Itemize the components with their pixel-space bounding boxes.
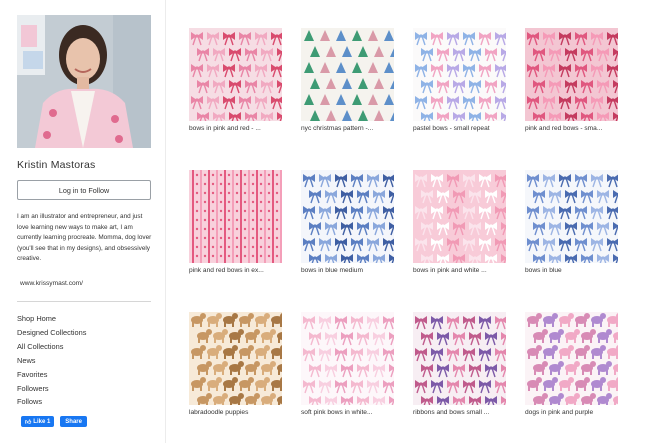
design-swatch[interactable] xyxy=(189,28,282,121)
facebook-like-button[interactable]: 👍︎ Like 1 xyxy=(21,416,55,427)
design-caption[interactable]: bows in pink and red - ... xyxy=(189,125,282,132)
design-caption[interactable]: pink and red bows - sma... xyxy=(525,125,618,132)
design-swatch[interactable] xyxy=(525,170,618,263)
design-tile[interactable]: dogs in pink and purple xyxy=(525,312,618,416)
facebook-share-button[interactable]: Share xyxy=(60,416,87,427)
follow-button[interactable]: Log in to Follow xyxy=(17,180,151,200)
design-caption[interactable]: dogs in pink and purple xyxy=(525,409,618,416)
nav-news[interactable]: News xyxy=(17,356,35,365)
design-caption[interactable]: nyc christmas pattern -... xyxy=(301,125,394,132)
design-swatch[interactable] xyxy=(301,28,394,121)
nav-followers[interactable]: Followers xyxy=(17,384,49,393)
design-swatch[interactable] xyxy=(413,170,506,263)
nav-follows[interactable]: Follows xyxy=(17,397,42,406)
design-caption[interactable]: ribbons and bows small ... xyxy=(413,409,506,416)
nav-designed-collections[interactable]: Designed Collections xyxy=(17,328,86,337)
design-swatch[interactable] xyxy=(301,170,394,263)
design-tile[interactable]: soft pink bows in white... xyxy=(301,312,394,416)
design-caption[interactable]: pink and red bows in ex... xyxy=(189,267,282,274)
profile-name: Kristin Mastoras xyxy=(17,159,96,171)
design-tile[interactable]: bows in blue xyxy=(525,170,618,274)
design-caption[interactable]: bows in blue xyxy=(525,267,618,274)
design-tile[interactable]: bows in blue medium xyxy=(301,170,394,274)
design-caption[interactable]: soft pink bows in white... xyxy=(301,409,394,416)
sidebar-divider xyxy=(17,301,151,302)
profile-photo[interactable] xyxy=(17,15,151,148)
profile-bio: I am an illustrator and entrepreneur, an… xyxy=(17,213,152,262)
design-caption[interactable]: pastel bows - small repeat xyxy=(413,125,506,132)
design-swatch[interactable] xyxy=(413,312,506,405)
design-tile[interactable]: labradoodle puppies xyxy=(189,312,282,416)
design-swatch[interactable] xyxy=(189,312,282,405)
design-tile[interactable]: bows in pink and red - ... xyxy=(189,28,282,132)
design-swatch[interactable] xyxy=(413,28,506,121)
design-swatch[interactable] xyxy=(525,312,618,405)
share-label: Share xyxy=(65,418,82,425)
design-swatch[interactable] xyxy=(189,170,282,263)
design-tile[interactable]: pink and red bows in ex... xyxy=(189,170,282,274)
website-link[interactable]: www.krissymast.com/ xyxy=(20,280,83,287)
nav-all-collections[interactable]: All Collections xyxy=(17,342,63,351)
design-tile[interactable]: ribbons and bows small ... xyxy=(413,312,506,416)
design-swatch[interactable] xyxy=(301,312,394,405)
profile-sidebar: Kristin Mastoras Log in to Follow I am a… xyxy=(0,0,166,443)
like-label: Like 1 xyxy=(33,418,51,425)
nav-favorites[interactable]: Favorites xyxy=(17,370,47,379)
design-swatch[interactable] xyxy=(525,28,618,121)
design-tile[interactable]: bows in pink and white ... xyxy=(413,170,506,274)
design-caption[interactable]: bows in pink and white ... xyxy=(413,267,506,274)
social-buttons: 👍︎ Like 1 Share xyxy=(21,416,87,427)
design-tile[interactable]: nyc christmas pattern -... xyxy=(301,28,394,132)
design-caption[interactable]: bows in blue medium xyxy=(301,267,394,274)
design-tile[interactable]: pink and red bows - sma... xyxy=(525,28,618,132)
nav-shop-home[interactable]: Shop Home xyxy=(17,314,56,323)
design-caption[interactable]: labradoodle puppies xyxy=(189,409,282,416)
thumbs-up-icon: 👍︎ xyxy=(25,419,32,426)
shop-nav: Shop Home Designed Collections All Colle… xyxy=(17,312,86,409)
design-tile[interactable]: pastel bows - small repeat xyxy=(413,28,506,132)
profile-photo-image xyxy=(17,15,151,148)
